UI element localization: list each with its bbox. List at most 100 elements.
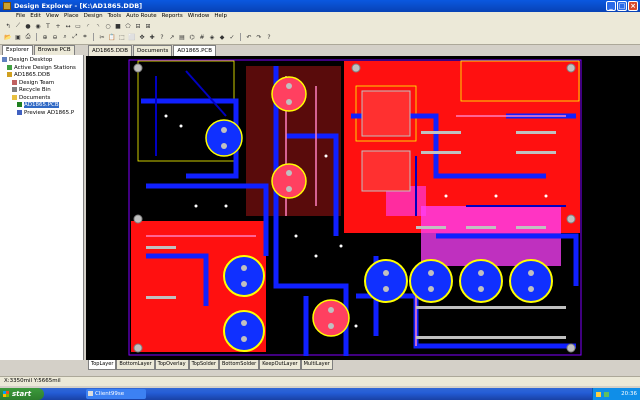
fill-tool-icon[interactable]: ■ (114, 22, 122, 30)
circle-tool-icon[interactable]: ○ (104, 22, 112, 30)
via (224, 204, 228, 208)
3d-view-icon[interactable]: ◆ (218, 33, 226, 41)
menu-window[interactable]: Window (188, 12, 210, 21)
pad (328, 307, 334, 313)
library-icon[interactable]: ▤ (178, 33, 186, 41)
taskbar-item-client99se[interactable]: Client99se (86, 389, 146, 399)
menu-tools[interactable]: Tools (108, 12, 122, 21)
cross-probe-icon[interactable]: ✚ (148, 33, 156, 41)
redo-icon[interactable]: ↷ (255, 33, 263, 41)
save-icon[interactable]: ▣ (14, 33, 22, 41)
menu-auto-route[interactable]: Auto Route (126, 12, 156, 21)
title-bar[interactable]: Design Explorer - [K:\AD1865.DDB] _ □ × (0, 0, 640, 12)
close-button[interactable]: × (628, 1, 638, 11)
tab-bottom-solder[interactable]: BottomSolder (218, 360, 260, 370)
open-folder-icon[interactable]: 📂 (4, 33, 12, 41)
capacitor (409, 259, 453, 303)
menu-reports[interactable]: Reports (162, 12, 183, 21)
via-tool-icon[interactable]: ◉ (34, 22, 42, 30)
menu-help[interactable]: Help (214, 12, 227, 21)
grid-icon[interactable]: # (198, 33, 206, 41)
tab-multi-layer[interactable]: MultiLayer (300, 360, 333, 370)
tree-item-ad1865-ddb[interactable]: AD1865.DDB (0, 72, 84, 80)
zoom-area-icon[interactable]: ⌕ (61, 33, 69, 41)
pad-tool-icon[interactable]: ● (24, 22, 32, 30)
arc-center-tool-icon[interactable]: ◜ (84, 22, 92, 30)
relay-component (361, 90, 411, 137)
folder-icon (12, 94, 17, 100)
paste-icon[interactable]: 📋 (108, 33, 116, 41)
menu-view[interactable]: View (46, 12, 59, 21)
tab-bottom-layer[interactable]: BottomLayer (116, 360, 155, 370)
tab-ad1865-pcb[interactable]: AD1865.PCB (173, 45, 217, 56)
polygon-tool-icon[interactable]: ⬠ (124, 22, 132, 30)
tree-item-documents[interactable]: Documents (0, 94, 84, 103)
cut-icon[interactable]: ✂ (98, 33, 106, 41)
arc-edge-tool-icon[interactable]: ◝ (94, 22, 102, 30)
browse-icon[interactable]: ⌬ (188, 33, 196, 41)
tree-item-preview[interactable]: Preview AD1865.P (0, 109, 84, 118)
dimension-tool-icon[interactable]: ↔ (64, 22, 72, 30)
tray-icon[interactable] (596, 392, 601, 397)
start-button[interactable]: start (0, 388, 44, 400)
undo-icon[interactable]: ↶ (245, 33, 253, 41)
coordinate-tool-icon[interactable]: + (54, 22, 62, 30)
system-tray: 20:36 (592, 388, 640, 400)
ic-pad-row (416, 336, 566, 339)
menu-edit[interactable]: Edit (30, 12, 41, 21)
windows-logo-icon (3, 391, 9, 397)
route-icon[interactable]: ↗ (168, 33, 176, 41)
via (314, 254, 318, 258)
tab-explorer[interactable]: Explorer (2, 45, 33, 55)
zoom-out-icon[interactable]: ⊖ (51, 33, 59, 41)
zoom-in-icon[interactable]: ⊕ (41, 33, 49, 41)
ic-pad-row (516, 226, 546, 229)
arc-tool-icon[interactable]: ↰ (4, 22, 12, 30)
pcb-layout (128, 59, 582, 356)
stations-icon (7, 64, 12, 70)
line-tool-icon[interactable]: ⟋ (14, 22, 22, 30)
tree-item-active-design-stations[interactable]: Active Design Stations (0, 64, 84, 73)
tab-top-overlay[interactable]: TopOverlay (154, 360, 189, 370)
tab-ad1865-ddb[interactable]: AD1865.DDB (88, 45, 132, 56)
toolbar-separator (93, 33, 94, 41)
toolbar-separator (36, 33, 37, 41)
via (444, 194, 448, 198)
menu-place[interactable]: Place (64, 12, 79, 21)
zoom-fit-icon[interactable]: ⤢ (71, 33, 79, 41)
tray-icon[interactable] (604, 392, 609, 397)
tree-item-ad1865-pcb[interactable]: AD1865.PCB (0, 102, 84, 110)
split-plane-tool-icon[interactable]: ⊟ (134, 22, 142, 30)
component-tool-icon[interactable]: ▭ (74, 22, 82, 30)
tab-browse-pcb[interactable]: Browse PCB (33, 45, 75, 55)
tab-top-solder[interactable]: TopSolder (188, 360, 219, 370)
maximize-button[interactable]: □ (617, 1, 627, 11)
zoom-selected-icon[interactable]: ⌗ (81, 33, 89, 41)
move-icon[interactable]: ✥ (138, 33, 146, 41)
capacitor (312, 299, 350, 337)
tab-top-layer[interactable]: TopLayer (88, 360, 117, 370)
array-paste-tool-icon[interactable]: ⊞ (144, 22, 152, 30)
query-icon[interactable]: ? (158, 33, 166, 41)
select-area-icon[interactable]: ⬚ (118, 33, 126, 41)
tab-documents[interactable]: Documents (133, 45, 173, 56)
menu-file[interactable]: File (16, 12, 25, 21)
rules-icon[interactable]: ✓ (228, 33, 236, 41)
minimize-button[interactable]: _ (606, 1, 616, 11)
text-tool-icon[interactable]: T (44, 22, 52, 30)
menu-design[interactable]: Design (84, 12, 103, 21)
drc-icon[interactable]: ◈ (208, 33, 216, 41)
window-controls: _ □ × (606, 1, 638, 11)
capacitor (223, 255, 265, 297)
preview-icon (17, 109, 22, 115)
pcb-canvas[interactable] (86, 56, 640, 360)
tree-item-design-desktop[interactable]: Design Desktop (0, 57, 84, 65)
tab-keep-out-layer[interactable]: KeepOutLayer (259, 360, 301, 370)
via (194, 204, 198, 208)
print-icon[interactable]: ⎙ (24, 33, 32, 41)
tree-item-recycle-bin[interactable]: Recycle Bin (0, 87, 84, 95)
tree-item-design-team[interactable]: Design Team (0, 79, 84, 88)
deselect-icon[interactable]: ⬜ (128, 33, 136, 41)
help-icon[interactable]: ? (265, 33, 273, 41)
via (179, 124, 183, 128)
